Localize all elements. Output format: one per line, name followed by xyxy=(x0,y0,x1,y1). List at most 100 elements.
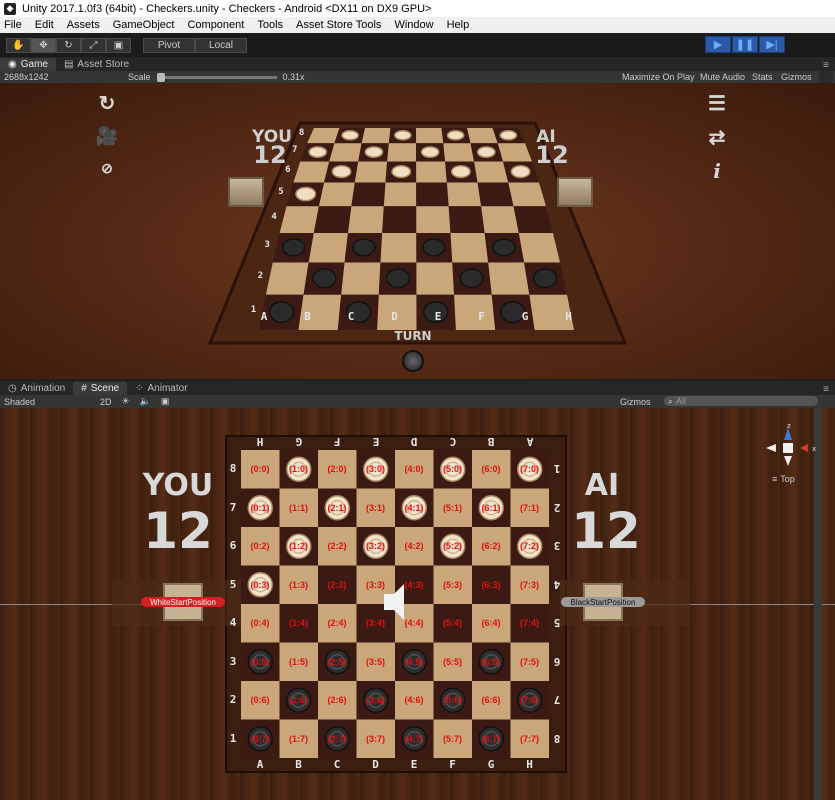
svg-text:x: x xyxy=(812,445,816,453)
board-square xyxy=(448,206,485,233)
coordinate-label: (4:6) xyxy=(404,695,424,705)
shading-dropdown[interactable]: Shaded xyxy=(0,397,80,407)
scene-view-bar: Shaded 2D ☀ 🔈 ▣ Gizmos ⌕ All xyxy=(0,395,835,408)
coordinate-label: (2:1) xyxy=(327,502,347,513)
file-label: F xyxy=(478,310,485,323)
white-start-block xyxy=(228,177,264,207)
board-square xyxy=(443,143,475,162)
board-square xyxy=(382,206,417,233)
scale-slider[interactable] xyxy=(156,72,277,82)
audio-icon[interactable]: 🔈 xyxy=(140,396,151,407)
scene-board-label: F xyxy=(449,758,456,771)
coordinate-label: (2:6) xyxy=(327,695,347,705)
black-checker-piece xyxy=(422,238,446,257)
maximize-on-play-toggle[interactable]: Maximize On Play xyxy=(622,72,695,82)
resolution-dropdown[interactable]: 2688x1242 xyxy=(0,72,110,82)
stats-toggle[interactable]: Stats xyxy=(752,72,773,82)
scene-board-label: 2 xyxy=(229,693,237,706)
menu-component[interactable]: Component xyxy=(187,19,244,31)
scene-board-label: G xyxy=(487,758,495,771)
scene-search-input[interactable]: ⌕ All xyxy=(664,396,818,406)
tab-game[interactable]: ◉ Game xyxy=(0,58,56,71)
menu-window[interactable]: Window xyxy=(394,19,433,31)
game-scrollbar[interactable] xyxy=(819,71,833,83)
scene-gizmos-dropdown[interactable]: Gizmos xyxy=(620,397,651,407)
rank-label: 7 xyxy=(291,145,298,156)
restart-icon[interactable]: ↻ xyxy=(93,91,121,116)
step-icon[interactable]: ▶| xyxy=(759,36,785,53)
game-tab-icon: ◉ xyxy=(8,59,17,70)
tab-game-label: Game xyxy=(20,59,48,70)
rotate-tool-icon[interactable]: ↻ xyxy=(56,37,81,53)
no-ads-icon[interactable]: ⊘ xyxy=(93,160,121,177)
tab-asset-store-label: Asset Store xyxy=(77,59,130,70)
menu-tools[interactable]: Tools xyxy=(257,19,283,31)
local-button[interactable]: Local xyxy=(195,37,247,53)
orientation-axes-icon: z x xyxy=(766,422,816,466)
pivot-label: Pivot xyxy=(157,39,181,51)
black-start-position-label[interactable]: BlackStartPosition xyxy=(561,597,645,607)
scale-slider-handle[interactable] xyxy=(156,72,165,82)
coordinate-label: (1:4) xyxy=(288,618,308,628)
scene-board-label: G xyxy=(295,435,302,448)
board-square xyxy=(416,262,455,295)
pivot-button[interactable]: Pivot xyxy=(143,37,195,53)
menu-file[interactable]: File xyxy=(4,19,22,31)
hand-tool-icon[interactable]: ✋ xyxy=(6,37,31,53)
board-square xyxy=(383,182,417,207)
info-icon[interactable]: i xyxy=(703,159,731,183)
coordinate-label: (6:1) xyxy=(481,502,501,513)
pause-icon[interactable]: ❚❚ xyxy=(732,36,758,53)
menu-gameobject[interactable]: GameObject xyxy=(113,19,175,31)
store-tab-icon: ▤ xyxy=(63,59,74,70)
coordinate-label: (4:2) xyxy=(404,541,424,551)
rect-tool-icon[interactable]: ▣ xyxy=(106,37,131,53)
effects-icon[interactable]: ▣ xyxy=(161,396,170,407)
gizmos-toggle[interactable]: Gizmos xyxy=(781,72,812,82)
board-square xyxy=(387,143,417,162)
scene-orientation-gizmo[interactable]: z x ≡ Top xyxy=(766,422,818,484)
scene-panel-menu-icon[interactable]: ≡ xyxy=(823,384,829,395)
menu-icon[interactable]: ☰ xyxy=(703,91,731,116)
panel-menu-icon[interactable]: ≡ xyxy=(823,60,829,71)
scene-ai-score: 12 xyxy=(571,502,641,560)
coordinate-label: (5:4) xyxy=(442,618,462,628)
white-checker-piece xyxy=(476,146,496,158)
menu-help[interactable]: Help xyxy=(447,19,470,31)
lighting-icon[interactable]: ☀ xyxy=(122,396,130,407)
move-tool-icon[interactable]: ✥ xyxy=(31,37,56,53)
scene-board-label: D xyxy=(372,758,379,771)
coordinate-label: (2:4) xyxy=(327,618,347,628)
play-icon[interactable]: ▶ xyxy=(705,36,731,53)
board-square xyxy=(361,128,391,144)
board-square xyxy=(450,232,489,263)
menu-asset-store-tools[interactable]: Asset Store Tools xyxy=(296,19,381,31)
tab-scene[interactable]: # Scene xyxy=(73,382,128,395)
scale-tool-icon[interactable]: ⤢ xyxy=(81,37,106,53)
scene-board-label: D xyxy=(410,435,418,448)
coordinate-label: (3:5) xyxy=(365,656,385,667)
coordinate-label: (4:0) xyxy=(404,464,424,474)
coordinate-label: (7:6) xyxy=(519,695,539,705)
menu-edit[interactable]: Edit xyxy=(35,19,54,31)
board-square xyxy=(488,262,530,295)
white-start-position-label[interactable]: WhiteStartPosition xyxy=(141,597,225,607)
tab-animation-label: Animation xyxy=(20,383,66,394)
coordinate-label: (3:3) xyxy=(365,579,385,590)
mute-audio-toggle[interactable]: Mute Audio xyxy=(700,72,745,82)
mode-2d-toggle[interactable]: 2D xyxy=(100,397,112,407)
transform-tools: ✋ ✥ ↻ ⤢ ▣ xyxy=(6,37,131,53)
menu-assets[interactable]: Assets xyxy=(67,19,100,31)
swap-icon[interactable]: ⇄ xyxy=(703,125,731,150)
file-label: H xyxy=(565,310,572,323)
camera-icon[interactable]: 🎥 xyxy=(93,126,121,147)
rank-label: 8 xyxy=(298,128,305,139)
tab-animator[interactable]: ⁘ Animator xyxy=(127,382,195,395)
coordinate-label: (6:7) xyxy=(481,733,501,744)
tab-animator-label: Animator xyxy=(147,383,188,394)
tab-asset-store[interactable]: ▤ Asset Store xyxy=(56,58,137,71)
board-square xyxy=(279,206,319,233)
coordinate-label: (2:7) xyxy=(327,733,347,744)
tab-animation[interactable]: ◷ Animation xyxy=(0,382,73,395)
rank-label: 2 xyxy=(257,271,264,282)
